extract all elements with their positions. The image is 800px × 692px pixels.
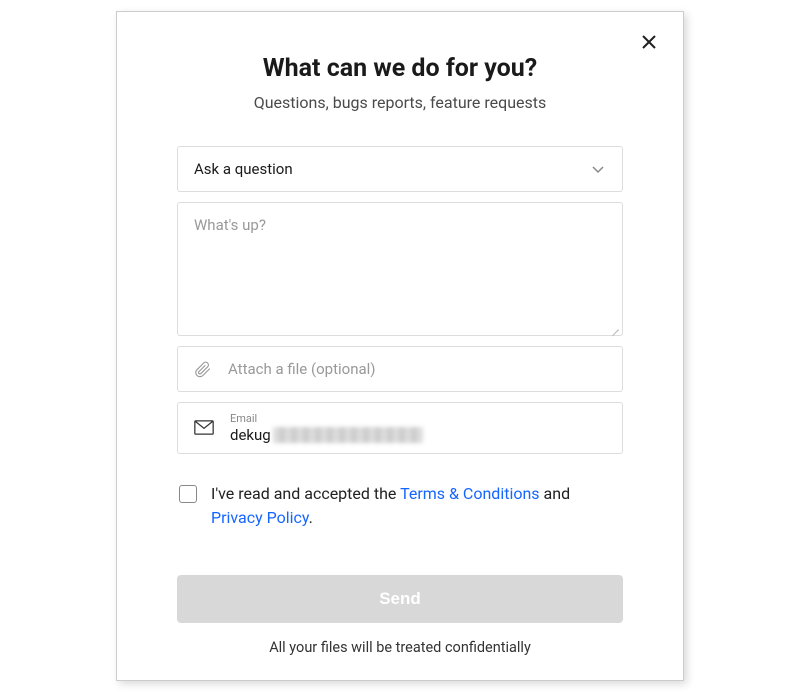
topic-select[interactable]: Ask a question xyxy=(177,146,623,192)
chevron-down-icon xyxy=(590,161,606,177)
close-button[interactable] xyxy=(637,30,661,54)
footer-note: All your files will be treated confident… xyxy=(177,639,623,656)
email-field[interactable]: Email dekug xyxy=(177,402,623,454)
email-label: Email xyxy=(230,412,606,425)
email-value: dekug xyxy=(230,426,271,444)
message-field[interactable] xyxy=(177,202,623,336)
envelope-icon xyxy=(194,420,214,436)
email-redacted xyxy=(273,427,423,443)
email-content: Email dekug xyxy=(230,412,606,444)
paperclip-icon xyxy=(194,360,212,378)
topic-select-value: Ask a question xyxy=(194,160,293,178)
privacy-link[interactable]: Privacy Policy xyxy=(211,508,309,527)
consent-row: I've read and accepted the Terms & Condi… xyxy=(177,482,623,532)
modal-subtitle: Questions, bugs reports, feature request… xyxy=(177,93,623,112)
close-icon xyxy=(641,34,657,50)
consent-middle: and xyxy=(540,484,571,503)
attach-file-label: Attach a file (optional) xyxy=(228,360,376,378)
attach-file-button[interactable]: Attach a file (optional) xyxy=(177,346,623,392)
modal-title: What can we do for you? xyxy=(177,54,623,83)
consent-text: I've read and accepted the Terms & Condi… xyxy=(211,482,621,532)
send-button[interactable]: Send xyxy=(177,575,623,623)
resize-handle-icon[interactable] xyxy=(609,322,619,332)
consent-checkbox[interactable] xyxy=(179,485,197,503)
consent-prefix: I've read and accepted the xyxy=(211,484,400,503)
consent-suffix: . xyxy=(309,508,313,527)
terms-link[interactable]: Terms & Conditions xyxy=(400,484,540,503)
message-textarea[interactable] xyxy=(194,216,606,322)
feedback-modal: What can we do for you? Questions, bugs … xyxy=(116,11,684,681)
